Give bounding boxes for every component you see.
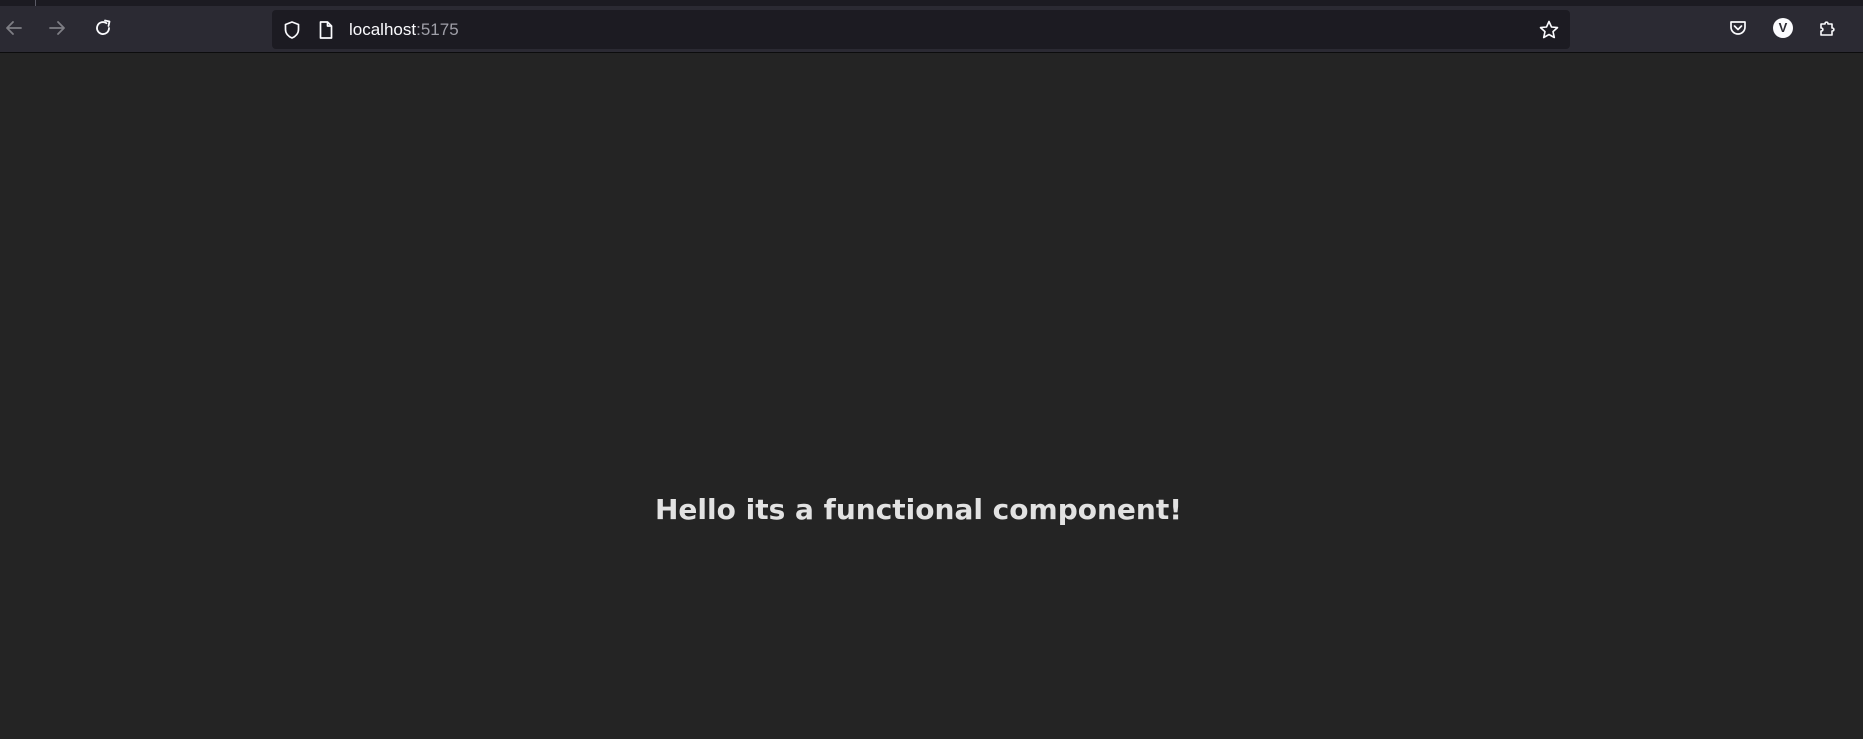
- url-port: :5175: [416, 20, 459, 39]
- account-avatar: V: [1773, 18, 1793, 38]
- arrow-right-icon: [49, 21, 65, 35]
- browser-window: localhost:5175 V Hello its a functional …: [0, 0, 1863, 739]
- url-host: localhost: [349, 20, 417, 39]
- navigation-toolbar: localhost:5175 V: [0, 6, 1863, 53]
- shield-icon: [284, 21, 300, 39]
- url-text[interactable]: localhost:5175: [349, 20, 459, 40]
- bookmark-button[interactable]: [1538, 19, 1560, 41]
- puzzle-icon: [1820, 21, 1835, 36]
- pocket-button[interactable]: [1722, 12, 1754, 44]
- site-info-button[interactable]: [315, 19, 337, 41]
- account-button[interactable]: V: [1767, 12, 1799, 44]
- pocket-icon: [1730, 21, 1746, 35]
- reload-icon: [96, 19, 111, 35]
- star-icon: [1539, 20, 1559, 39]
- reload-button[interactable]: [87, 12, 119, 44]
- extensions-button[interactable]: [1812, 12, 1844, 44]
- page-heading: Hello its a functional component!: [655, 493, 1182, 526]
- arrow-left-icon: [6, 21, 22, 35]
- back-button[interactable]: [0, 12, 30, 44]
- page-viewport: Hello its a functional component!: [0, 53, 1863, 739]
- page-icon: [319, 21, 333, 39]
- address-bar[interactable]: localhost:5175: [272, 10, 1570, 49]
- forward-button[interactable]: [41, 12, 73, 44]
- tracking-protection-button[interactable]: [281, 19, 303, 41]
